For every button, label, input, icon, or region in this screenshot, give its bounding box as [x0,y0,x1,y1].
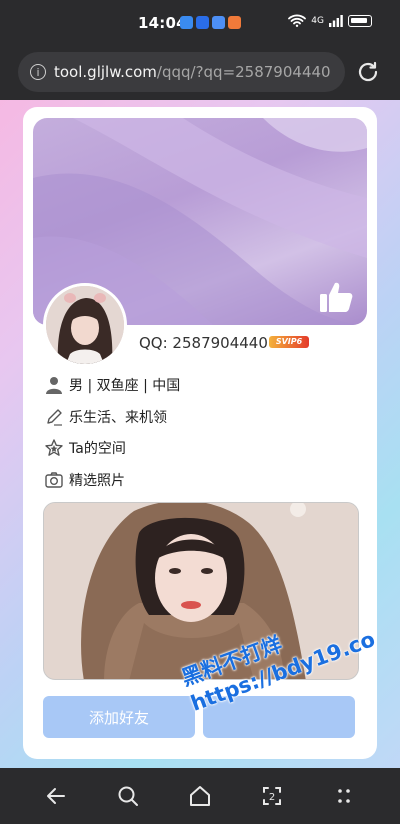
more-icon[interactable] [332,784,356,808]
info-icon[interactable]: i [30,64,46,80]
home-icon[interactable] [188,784,212,808]
basic-info-row: 男 | 双鱼座 | 中国 [45,374,180,396]
add-friend-button[interactable]: 添加好友 [43,696,195,738]
url-host: tool.gljlw.com [54,63,157,81]
signal-icon [329,14,343,27]
page-content: QQ: 2587904440 SVIP6 男 | 双鱼座 | 中国 乐生活、来机… [0,100,400,768]
basic-info-text: 男 | 双鱼座 | 中国 [69,378,181,394]
browser-toolbar: i tool.gljlw.com/qqq/?qq=2587904440 [0,44,400,100]
vip-badge: SVIP6 [269,336,309,348]
status-bar: 14:04 4G [0,0,400,44]
svg-text:2: 2 [269,792,275,803]
notification-app-icon [196,16,209,29]
tabs-icon[interactable]: 2 [260,784,284,808]
pen-icon [47,409,62,426]
notification-app-icon [212,16,225,29]
avatar[interactable] [43,283,127,367]
signature-row: 乐生活、来机领 [45,406,167,428]
search-icon[interactable] [116,784,140,808]
notification-app-icon [228,16,241,29]
back-icon[interactable] [44,784,68,808]
wifi-icon [288,14,307,27]
photos-label-row: 精选照片 [45,469,125,491]
camera-icon [45,472,63,488]
network-label: 4G [311,15,324,26]
url-path: /qqq/?qq=2587904440 [156,63,331,81]
address-bar[interactable]: i tool.gljlw.com/qqq/?qq=2587904440 [18,52,345,92]
signature-text: 乐生活、来机领 [69,410,167,426]
thumbs-up-icon[interactable] [319,281,353,313]
space-link-text[interactable]: Ta的空间 [69,438,126,458]
photos-label-text: 精选照片 [69,473,125,489]
notification-app-icon [180,16,193,29]
reload-icon[interactable] [356,60,380,84]
avatar-portrait [46,286,124,364]
system-indicators: 4G [288,14,372,27]
space-link-row[interactable]: Ta的空间 [45,437,126,459]
qq-number: QQ: 2587904440 [139,334,268,352]
browser-bottom-nav: 2 [0,768,400,824]
battery-icon [348,14,372,27]
user-icon [46,377,62,394]
star-icon [45,439,63,456]
